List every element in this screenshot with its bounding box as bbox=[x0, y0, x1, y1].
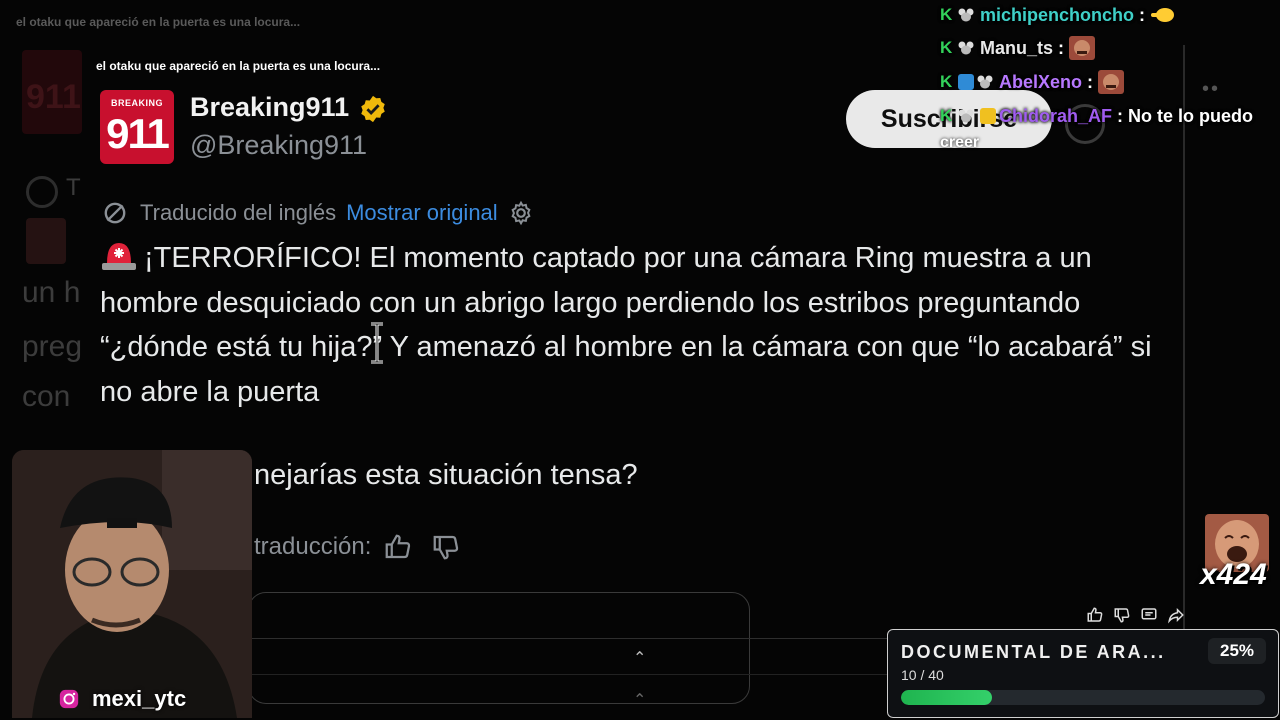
chat-message: K michipenchoncho : bbox=[940, 2, 1176, 28]
streamer-image bbox=[12, 450, 252, 718]
chat-text-continuation: creer bbox=[940, 134, 980, 151]
instagram-icon bbox=[59, 689, 79, 709]
share-arrow-icon[interactable] bbox=[1167, 606, 1185, 624]
emote-combo-count: x424 bbox=[1200, 558, 1267, 591]
background-logo-text: 911 bbox=[26, 78, 81, 116]
background-emoji bbox=[26, 218, 66, 264]
chat-username[interactable]: AbelXeno bbox=[999, 72, 1082, 93]
thumbs-down-icon[interactable] bbox=[431, 532, 461, 562]
tweet-text: ¡TERRORÍFICO! El momento captado por una… bbox=[100, 236, 1160, 414]
display-name[interactable]: Breaking911 bbox=[190, 92, 349, 123]
background-video-caption: el otaku que apareció en la puerta es un… bbox=[16, 15, 301, 29]
mouse-badge-icon bbox=[977, 75, 993, 89]
translated-from-label: Traducido del inglés bbox=[140, 200, 337, 225]
webcam-username: mexi_ytc bbox=[58, 684, 186, 714]
video-title: el otaku que apareció en la puerta es un… bbox=[96, 59, 381, 73]
tweet-question: nejarías esta situación tensa? bbox=[254, 459, 638, 491]
face-emote-icon bbox=[1098, 70, 1125, 94]
user-handle[interactable]: @Breaking911 bbox=[190, 130, 367, 161]
chat-text: No te lo puedo bbox=[1128, 105, 1254, 126]
dislike-icon[interactable] bbox=[1113, 606, 1131, 624]
goal-title: DOCUMENTAL DE ARA... bbox=[901, 642, 1166, 662]
avatar-big-text: 911 bbox=[106, 110, 170, 157]
goal-progress-fill bbox=[901, 690, 992, 705]
rate-translation-label: traducción: bbox=[254, 533, 372, 560]
more-options-icon[interactable]: •• bbox=[1202, 78, 1220, 101]
kick-badge-icon: K bbox=[940, 106, 953, 125]
chat-message: K Manu_ts : bbox=[940, 35, 1096, 61]
rate-translation-row: traducción: bbox=[254, 532, 461, 562]
chat-username[interactable]: Manu_ts bbox=[980, 38, 1053, 59]
like-icon[interactable] bbox=[1086, 606, 1104, 624]
siren-emoji-icon bbox=[102, 243, 136, 270]
background-text-2: un h bbox=[22, 276, 81, 309]
chat-message: K AbelXeno : bbox=[940, 69, 1125, 95]
webcam-feed bbox=[12, 450, 252, 718]
background-logo: 911 bbox=[22, 50, 82, 134]
verified-badge-icon bbox=[361, 95, 385, 123]
reply-box[interactable] bbox=[248, 592, 750, 704]
chevron-up-icon[interactable]: ⌃ bbox=[633, 690, 646, 710]
chat-username[interactable]: Chidorah_AF bbox=[999, 106, 1112, 127]
mouse-badge-icon bbox=[958, 109, 974, 123]
chat-username[interactable]: michipenchoncho bbox=[980, 5, 1134, 26]
background-text-4: con bbox=[22, 380, 71, 413]
face-emote-icon bbox=[1069, 36, 1096, 60]
translation-row: Traducido del inglés Mostrar original bbox=[102, 198, 534, 228]
chevron-up-icon[interactable]: ⌃ bbox=[633, 648, 646, 668]
goal-percent-badge: 25% bbox=[1208, 638, 1266, 664]
chat-message: K Chidorah_AF : No te lo puedo bbox=[940, 105, 1254, 127]
comment-icon[interactable] bbox=[1140, 606, 1158, 624]
show-original-link[interactable]: Mostrar original bbox=[346, 200, 498, 226]
video-actions bbox=[1086, 606, 1194, 624]
hand-emote-icon bbox=[1151, 8, 1175, 22]
background-translate-icon bbox=[26, 176, 58, 208]
blue-badge-icon bbox=[958, 74, 974, 90]
text-cursor-icon bbox=[371, 322, 383, 364]
kick-badge-icon: K bbox=[940, 5, 953, 24]
avatar-small-text: BREAKING bbox=[110, 98, 163, 108]
goal-progress-bar bbox=[901, 690, 1265, 705]
tweet-body-text: ¡TERRORÍFICO! El momento captado por una… bbox=[100, 242, 1152, 408]
goal-count: 10 / 40 bbox=[901, 667, 944, 683]
background-text-3: preg bbox=[22, 330, 83, 363]
kick-badge-icon: K bbox=[940, 38, 953, 57]
scrollbar[interactable] bbox=[1183, 45, 1185, 675]
gear-icon[interactable] bbox=[508, 200, 534, 226]
background-text-1: T bbox=[66, 174, 81, 201]
mouse-badge-icon bbox=[958, 41, 974, 55]
thumbs-up-icon[interactable] bbox=[383, 532, 413, 562]
kick-badge-icon: K bbox=[940, 72, 953, 91]
avatar[interactable]: BREAKING 911 bbox=[100, 90, 174, 164]
yellow-badge-icon bbox=[980, 108, 996, 124]
translate-icon bbox=[104, 202, 126, 224]
webcam-username-text: mexi_ytc bbox=[92, 686, 187, 711]
mouse-badge-icon bbox=[958, 8, 974, 22]
goal-progress-widget: DOCUMENTAL DE ARA... 25% 10 / 40 bbox=[887, 629, 1279, 718]
